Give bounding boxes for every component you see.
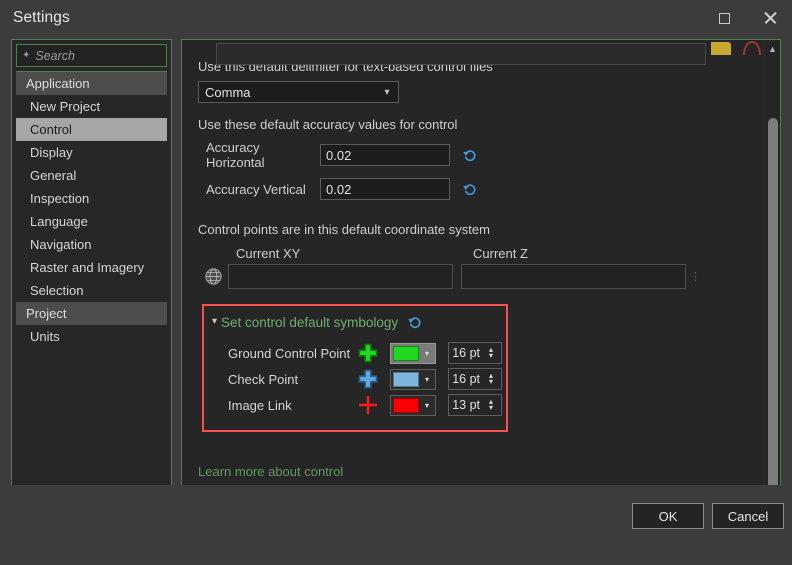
- sidebar-group-project: Project: [16, 302, 167, 325]
- settings-sidebar: ✦ ▾ Application New Project Control Disp…: [11, 39, 223, 517]
- symbology-rows: Ground Control Point ▾ 16 pt ▴ ▾ Check P…: [204, 340, 506, 418]
- chevron-down-icon[interactable]: ▾: [212, 317, 217, 327]
- plus-marker-icon: [352, 368, 384, 390]
- dialog-body: ✦ ▾ Application New Project Control Disp…: [0, 36, 792, 517]
- maximize-button[interactable]: [702, 0, 747, 36]
- sidebar-item-general[interactable]: General: [16, 164, 167, 187]
- settings-content-panel: Use this default delimiter for text-base…: [181, 39, 781, 517]
- globe-icon[interactable]: [198, 267, 228, 286]
- titlebar: Settings: [0, 0, 792, 36]
- delimiter-dropdown[interactable]: Comma ▾: [198, 81, 399, 103]
- symbology-label: Image Link: [228, 397, 292, 413]
- current-z-label: Current Z: [473, 246, 528, 261]
- coordinate-system-fields: ⋮: [198, 264, 748, 289]
- symbology-section-highlight: ▾ Set control default symbology Ground C…: [202, 304, 508, 432]
- point-size-stepper[interactable]: 16 pt ▴ ▾: [448, 368, 502, 390]
- search-input[interactable]: [30, 47, 201, 64]
- dialog-footer: OK Cancel: [0, 485, 792, 565]
- accuracy-label: Use these default accuracy values for co…: [198, 117, 458, 132]
- close-button[interactable]: [747, 0, 792, 36]
- chevron-down-icon: ▾: [424, 374, 429, 384]
- point-size-value: 16 pt: [452, 346, 480, 360]
- accuracy-vertical-row: Accuracy Vertical: [198, 178, 748, 200]
- symbology-header[interactable]: ▾ Set control default symbology: [204, 314, 506, 330]
- plus-marker-icon: [352, 342, 384, 364]
- stepper-arrows-icon[interactable]: ▴ ▾: [484, 346, 498, 360]
- current-xy-input[interactable]: [228, 264, 453, 289]
- symbology-title: Set control default symbology: [221, 314, 399, 330]
- point-size-value: 13 pt: [452, 398, 480, 412]
- current-z-input[interactable]: [461, 264, 686, 289]
- sidebar-item-language[interactable]: Language: [16, 210, 167, 233]
- reset-icon[interactable]: [462, 147, 478, 163]
- chevron-down-icon: ▾: [384, 86, 390, 98]
- window-controls: [702, 0, 792, 36]
- color-swatch-button[interactable]: ▾: [390, 368, 436, 390]
- accuracy-horizontal-label: Accuracy Horizontal: [206, 140, 265, 170]
- delimiter-value: Comma: [205, 84, 251, 100]
- folder-icon: [711, 42, 731, 55]
- maximize-icon: [719, 12, 730, 24]
- accuracy-horizontal-row: Accuracy Horizontal: [198, 140, 748, 170]
- accuracy-horizontal-input[interactable]: [320, 144, 450, 166]
- clipped-previous-setting-row: [182, 40, 764, 65]
- symbology-row-check-point: Check Point ▾ 16 pt ▴ ▾: [228, 366, 506, 392]
- accuracy-vertical-label: Accuracy Vertical: [206, 181, 306, 197]
- scrollbar-thumb[interactable]: [768, 118, 778, 492]
- accuracy-vertical-input[interactable]: [320, 178, 450, 200]
- window-title: Settings: [13, 9, 70, 26]
- stepper-arrows-icon[interactable]: ▴ ▾: [484, 372, 498, 386]
- symbology-label: Ground Control Point: [228, 345, 351, 361]
- current-xy-label: Current XY: [236, 246, 301, 261]
- ok-button[interactable]: OK: [632, 503, 704, 529]
- scroll-up-button[interactable]: ▲: [765, 40, 780, 57]
- chevron-down-icon: ▾: [424, 400, 429, 410]
- color-swatch: [393, 345, 419, 361]
- cross-marker-icon: [352, 394, 384, 416]
- content-scroll-area: Use this default delimiter for text-base…: [182, 40, 764, 516]
- sidebar-item-units[interactable]: Units: [16, 325, 167, 348]
- close-icon: [763, 11, 777, 25]
- sidebar-item-inspection[interactable]: Inspection: [16, 187, 167, 210]
- search-box[interactable]: ✦ ▾: [16, 44, 223, 67]
- chevron-down-icon: ▾: [424, 348, 429, 358]
- clipped-input: [216, 43, 706, 65]
- sparkle-icon: ✦: [22, 49, 31, 61]
- sidebar-nav-list: Application New Project Control Display …: [16, 71, 167, 516]
- color-swatch-button[interactable]: ▾: [390, 342, 436, 364]
- sidebar-item-raster-and-imagery[interactable]: Raster and Imagery: [16, 256, 167, 279]
- sidebar-item-control[interactable]: Control: [16, 118, 167, 141]
- footer-buttons: OK Cancel: [8, 485, 784, 565]
- reset-icon[interactable]: [462, 181, 478, 197]
- color-swatch: [393, 397, 419, 413]
- overflow-indicator: ⋮: [690, 271, 701, 283]
- sidebar-item-selection[interactable]: Selection: [16, 279, 167, 302]
- sidebar-item-navigation[interactable]: Navigation: [16, 233, 167, 256]
- reset-icon[interactable]: [407, 314, 423, 330]
- point-size-stepper[interactable]: 16 pt ▴ ▾: [448, 342, 502, 364]
- sidebar-item-new-project[interactable]: New Project: [16, 95, 167, 118]
- settings-window: Settings ✦ ▾: [0, 0, 792, 565]
- symbology-label: Check Point: [228, 371, 299, 387]
- coordinate-system-label: Control points are in this default coord…: [198, 222, 490, 237]
- point-size-value: 16 pt: [452, 372, 480, 386]
- symbology-row-image-link: Image Link ▾ 13 pt ▴ ▾: [228, 392, 506, 418]
- coordinate-system-headers: Current XY Current Z: [198, 246, 748, 261]
- symbology-row-ground-control-point: Ground Control Point ▾ 16 pt ▴ ▾: [228, 340, 506, 366]
- vertical-scrollbar[interactable]: ▲ ▼: [764, 40, 780, 516]
- sidebar-group-application: Application: [16, 72, 167, 95]
- cancel-button[interactable]: Cancel: [712, 503, 784, 529]
- arc-icon: [743, 41, 761, 55]
- point-size-stepper[interactable]: 13 pt ▴ ▾: [448, 394, 502, 416]
- sidebar-item-display[interactable]: Display: [16, 141, 167, 164]
- color-swatch-button[interactable]: ▾: [390, 394, 436, 416]
- color-swatch: [393, 371, 419, 387]
- stepper-arrows-icon[interactable]: ▴ ▾: [484, 398, 498, 412]
- learn-more-link[interactable]: Learn more about control: [198, 464, 748, 479]
